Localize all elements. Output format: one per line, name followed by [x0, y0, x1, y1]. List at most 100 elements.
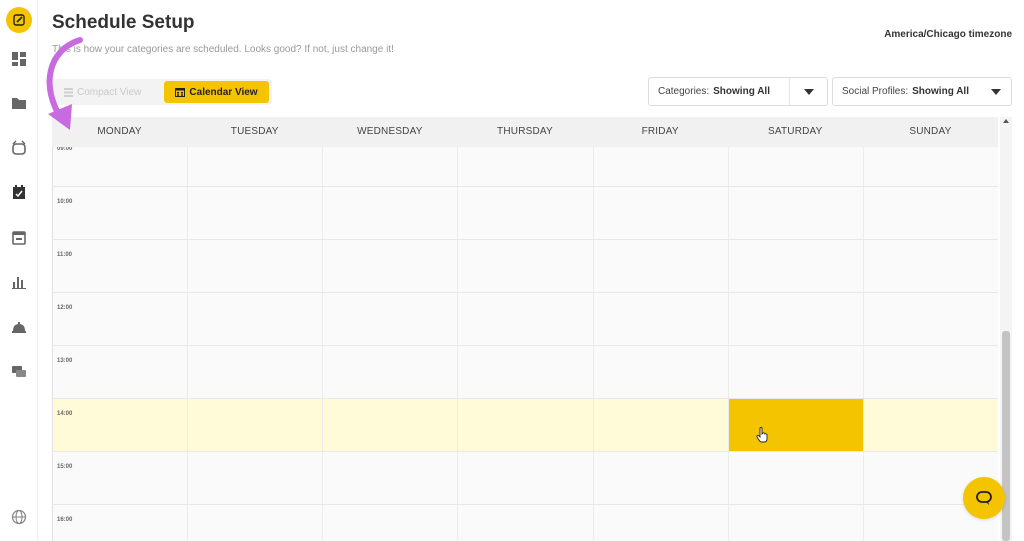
chevron-down-icon[interactable]	[981, 78, 1011, 105]
time-slot[interactable]	[592, 187, 728, 239]
time-slot[interactable]	[187, 452, 322, 504]
calendar-view-label: Calendar View	[189, 86, 258, 98]
calendar-view-button[interactable]: Calendar View	[164, 81, 269, 103]
time-slot[interactable]	[322, 240, 457, 292]
time-slot[interactable]	[592, 293, 728, 345]
time-slot[interactable]	[727, 346, 863, 398]
hour-row: 15:00	[52, 451, 998, 504]
time-slot[interactable]	[727, 187, 863, 239]
time-slot[interactable]	[322, 293, 457, 345]
day-header-thursday: THURSDAY	[497, 126, 553, 137]
time-slot[interactable]	[862, 346, 998, 398]
hour-label: 16:00	[57, 517, 73, 523]
hour-label: 13:00	[57, 358, 73, 364]
chat-icon	[976, 491, 992, 505]
time-slot[interactable]	[187, 346, 322, 398]
time-slot[interactable]	[592, 346, 728, 398]
scroll-up-arrow-icon[interactable]	[1003, 119, 1009, 123]
time-slot[interactable]: 10:00	[52, 187, 187, 239]
time-slot[interactable]	[187, 187, 322, 239]
time-slot[interactable]	[187, 147, 322, 186]
time-slot[interactable]: 09:00	[52, 147, 187, 186]
calendar-header: MONDAY TUESDAY WEDNESDAY THURSDAY FRIDAY…	[52, 117, 998, 147]
time-slot[interactable]	[862, 240, 998, 292]
hour-row: 13:00	[52, 345, 998, 398]
time-slot[interactable]	[592, 452, 728, 504]
time-slot[interactable]	[592, 147, 728, 186]
time-slot[interactable]	[322, 346, 457, 398]
page-subtitle: This is how your categories are schedule…	[52, 44, 394, 55]
time-slot[interactable]	[592, 505, 728, 541]
time-slot[interactable]: 15:00	[52, 452, 187, 504]
scrollbar-thumb[interactable]	[1002, 331, 1010, 541]
time-slot[interactable]: 12:00	[52, 293, 187, 345]
time-slot[interactable]	[187, 505, 322, 541]
time-slot[interactable]	[727, 240, 863, 292]
time-slot[interactable]	[457, 399, 592, 451]
social-profiles-filter[interactable]: Social Profiles: Showing All	[832, 77, 1012, 106]
time-slot[interactable]: 16:00	[52, 505, 187, 541]
hour-row: 10:00	[52, 186, 998, 239]
time-slot[interactable]	[457, 505, 592, 541]
time-slot[interactable]	[862, 147, 998, 186]
day-header-sunday: SUNDAY	[909, 126, 952, 137]
time-slot[interactable]	[187, 399, 322, 451]
calendar-icon[interactable]	[9, 227, 29, 247]
hour-row: 11:00	[52, 239, 998, 292]
notification-icon[interactable]	[9, 317, 29, 337]
time-slot[interactable]	[592, 240, 728, 292]
edit-icon[interactable]	[6, 7, 32, 33]
time-slot[interactable]	[862, 187, 998, 239]
time-slot[interactable]	[322, 505, 457, 541]
categories-filter-value: Showing All	[713, 86, 770, 97]
time-slot[interactable]: 14:00	[52, 399, 187, 451]
time-slot[interactable]	[322, 187, 457, 239]
day-header-tuesday: TUESDAY	[230, 126, 279, 137]
dashboard-icon[interactable]	[9, 49, 29, 69]
time-slot[interactable]	[187, 293, 322, 345]
hour-label: 15:00	[57, 464, 73, 470]
time-slot[interactable]	[322, 452, 457, 504]
time-slot[interactable]	[322, 399, 457, 451]
sidebar	[0, 0, 38, 541]
time-slot[interactable]	[457, 346, 592, 398]
time-slot[interactable]	[457, 147, 592, 186]
time-slot[interactable]	[862, 293, 998, 345]
time-slot[interactable]	[457, 452, 592, 504]
time-slot[interactable]	[862, 399, 998, 451]
time-slot[interactable]: 11:00	[52, 240, 187, 292]
chevron-down-icon[interactable]	[789, 78, 827, 105]
time-slot[interactable]	[727, 505, 863, 541]
time-slot[interactable]	[457, 187, 592, 239]
inbox-icon[interactable]	[9, 138, 29, 158]
hour-label: 09:00	[57, 147, 73, 152]
page-title: Schedule Setup	[52, 12, 195, 33]
time-slot[interactable]	[322, 147, 457, 186]
folder-icon[interactable]	[9, 93, 29, 113]
hour-label: 11:00	[57, 252, 73, 258]
time-slot[interactable]	[457, 293, 592, 345]
calendar-scrollbar[interactable]	[1000, 117, 1012, 541]
week-calendar: MONDAY TUESDAY WEDNESDAY THURSDAY FRIDAY…	[52, 117, 1012, 541]
globe-icon[interactable]	[9, 507, 29, 527]
time-slot[interactable]: 13:00	[52, 346, 187, 398]
time-slot[interactable]	[727, 452, 863, 504]
chat-support-button[interactable]	[963, 477, 1005, 519]
time-slot[interactable]	[187, 240, 322, 292]
time-slot[interactable]	[592, 399, 728, 451]
time-slot[interactable]	[727, 293, 863, 345]
hour-row: 12:00	[52, 292, 998, 345]
analytics-icon[interactable]	[9, 272, 29, 292]
categories-filter[interactable]: Categories: Showing All	[648, 77, 828, 106]
hour-row: 16:00	[52, 504, 998, 541]
hour-row: 09:00	[52, 147, 998, 186]
time-slot[interactable]	[727, 147, 863, 186]
calendar-body: 09:00 10:00 11:00 12:00 13:00 14:00 15:00 16:00	[52, 147, 998, 541]
time-slot[interactable]	[457, 240, 592, 292]
calendar-check-icon[interactable]	[9, 182, 29, 202]
day-header-wednesday: WEDNESDAY	[357, 126, 423, 137]
selected-time-slot[interactable]	[727, 399, 863, 451]
hand-cursor-icon	[756, 427, 768, 443]
hour-row: 14:00	[52, 398, 998, 451]
messages-icon[interactable]	[9, 362, 29, 382]
